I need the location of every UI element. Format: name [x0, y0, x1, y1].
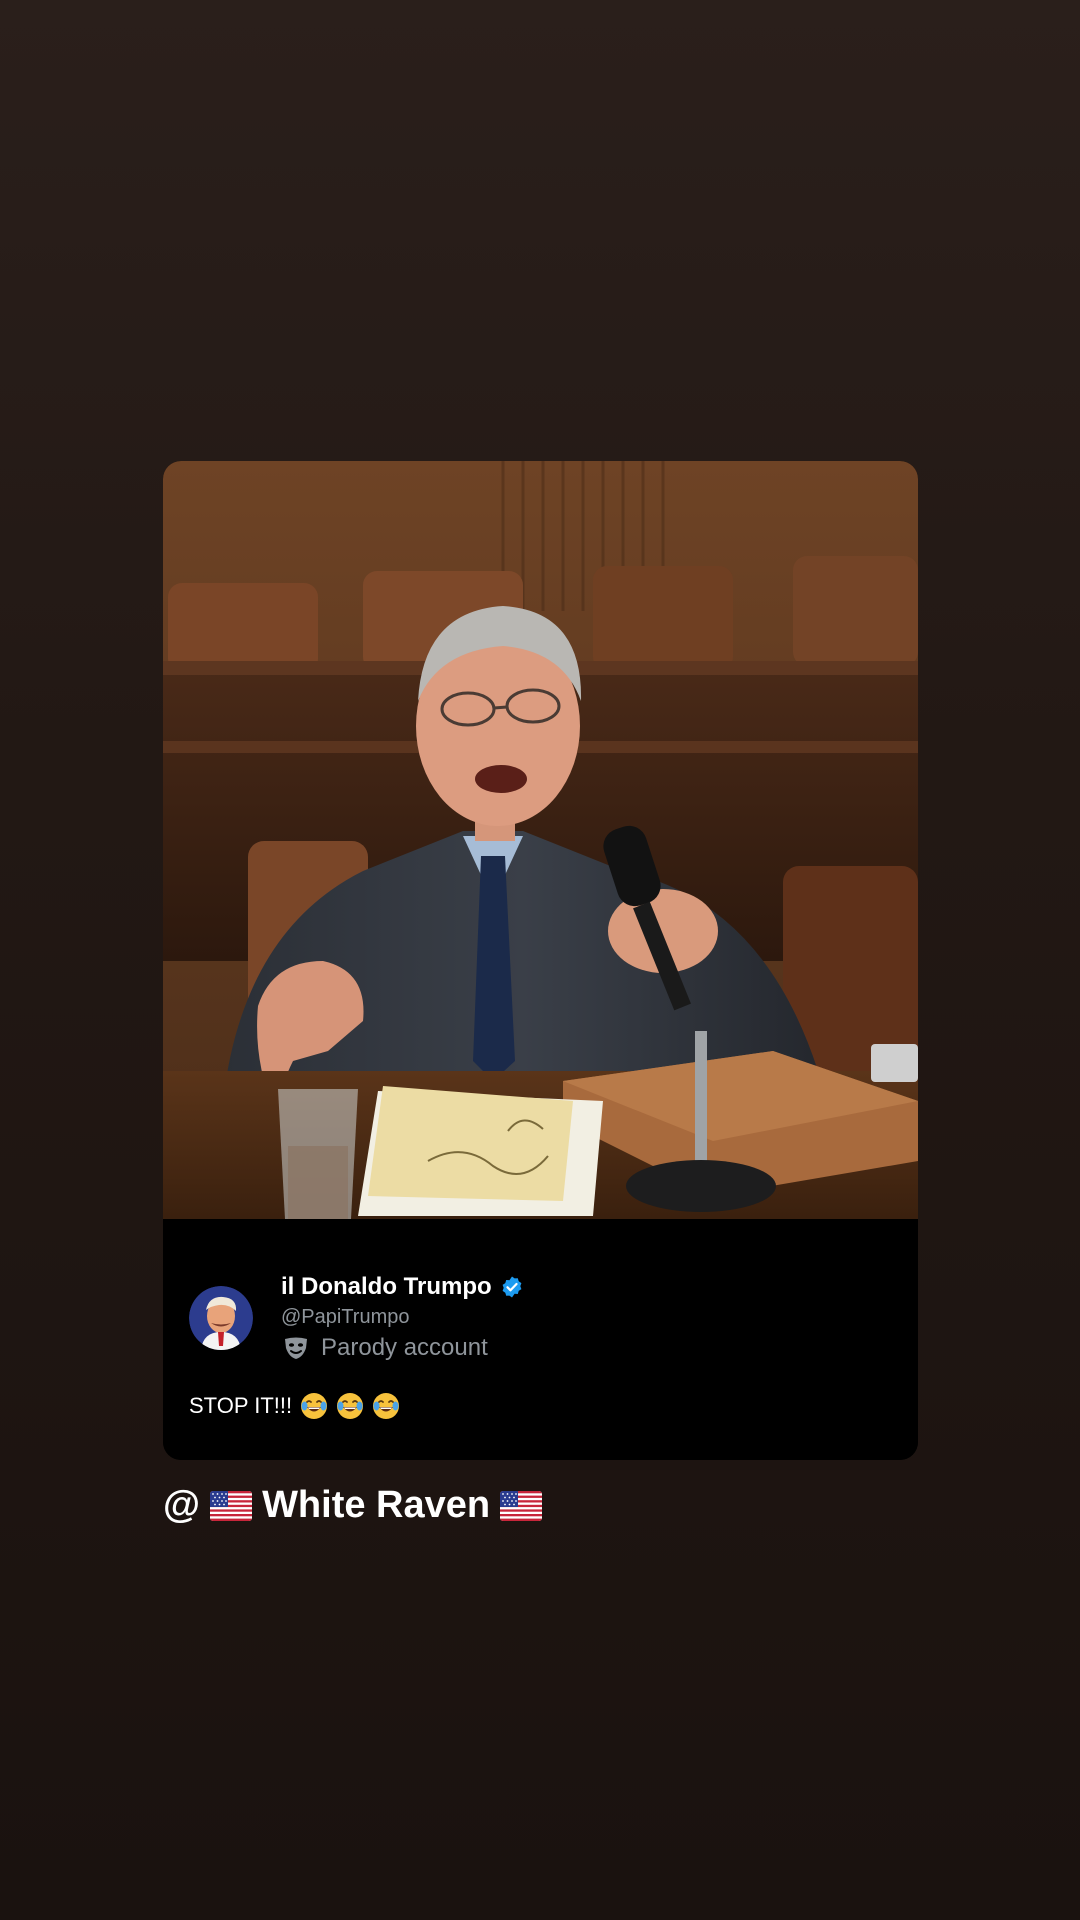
us-flag-icon: [210, 1490, 253, 1521]
parody-account-text: Parody account: [321, 1334, 488, 1361]
laughing-tears-emoji-icon: [300, 1392, 328, 1420]
tweet-text: STOP IT!!!: [189, 1392, 400, 1420]
author-display-name[interactable]: il Donaldo Trumpo: [281, 1273, 492, 1301]
theater-masks-icon: [283, 1335, 309, 1361]
tweet-card[interactable]: il Donaldo Trumpo @PapiTrumpo Parody acc…: [163, 461, 918, 1460]
laughing-tears-emoji-icon: [336, 1392, 364, 1420]
mention-name[interactable]: White Raven: [262, 1484, 490, 1527]
laughing-tears-emoji-icon: [372, 1392, 400, 1420]
author-handle[interactable]: @PapiTrumpo: [281, 1306, 410, 1329]
us-flag-icon: [500, 1490, 543, 1521]
author-avatar[interactable]: [189, 1286, 253, 1350]
mention-sticker[interactable]: @ White Raven: [163, 1484, 552, 1527]
mention-at-symbol: @: [163, 1484, 201, 1526]
tweet-text-content: STOP IT!!!: [189, 1393, 293, 1418]
author-name-row[interactable]: il Donaldo Trumpo: [281, 1273, 524, 1301]
story-canvas: il Donaldo Trumpo @PapiTrumpo Parody acc…: [0, 0, 1080, 1920]
tweet-body: [163, 1219, 918, 1460]
parody-account-label: Parody account: [283, 1334, 488, 1362]
tweet-photo: [163, 461, 918, 1219]
verified-badge-icon: [500, 1275, 524, 1299]
